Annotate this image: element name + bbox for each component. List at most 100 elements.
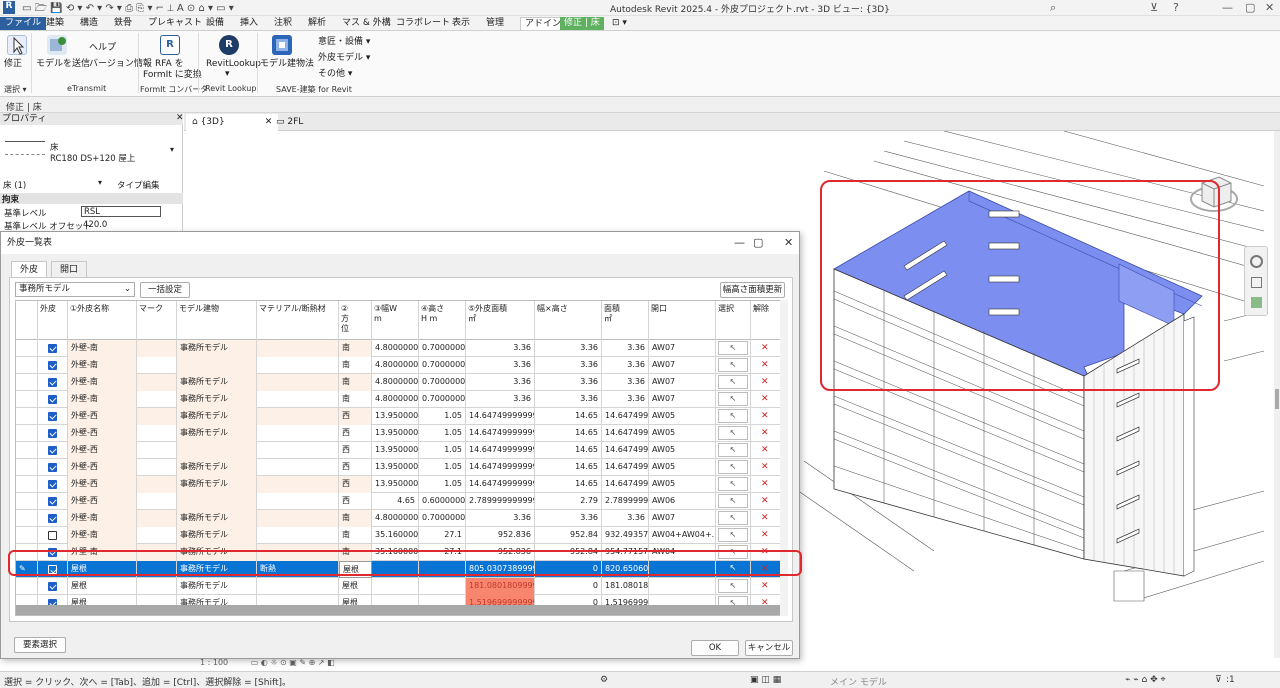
cell-open[interactable]: AW05 (649, 408, 716, 425)
cell-wh[interactable]: 3.36 (535, 374, 602, 391)
model-select[interactable]: 事務所モデル ⌄ (15, 282, 135, 297)
ribbon-tab-14[interactable]: 修正 | 床 (560, 17, 604, 30)
steering-wheel-icon[interactable] (1250, 255, 1263, 268)
cell-model[interactable]: 事務所モデル (177, 425, 257, 442)
checkbox-icon[interactable] (48, 514, 57, 523)
remove-icon[interactable]: ✕ (761, 476, 769, 492)
cell-mat[interactable] (257, 510, 339, 527)
cell-model[interactable] (177, 357, 257, 374)
type-name-line2[interactable]: RC180 DS+120 屋上 (50, 152, 135, 164)
select-cursor-icon[interactable]: ↖ (718, 341, 748, 355)
cell-name[interactable]: 外壁-西 (68, 476, 137, 493)
camera-icon[interactable] (1251, 297, 1262, 308)
cell-mat[interactable] (257, 459, 339, 476)
zoom-icon[interactable] (1251, 277, 1262, 288)
cell-name[interactable]: 外壁-南 (68, 340, 137, 357)
cell-name[interactable]: 外壁-西 (68, 408, 137, 425)
edit-type-button[interactable]: タイプ編集 (117, 179, 160, 191)
cell-wh[interactable]: 14.65 (535, 408, 602, 425)
cell-a2[interactable]: 181.08018... (602, 578, 649, 595)
cell-mark[interactable] (137, 357, 177, 374)
select-cursor-icon[interactable]: ↖ (718, 358, 748, 372)
cell-mat[interactable] (257, 578, 339, 595)
select-element-cell[interactable]: ↖ (716, 578, 751, 595)
cell-w[interactable]: 13.950000... (372, 408, 419, 425)
checkbox-icon[interactable] (48, 378, 57, 387)
table-row[interactable]: 外壁-南事務所モデル南4.8000000...0.7000000...3.363… (16, 391, 784, 408)
active-model[interactable]: メイン モデル (830, 675, 887, 688)
cell-open[interactable]: AW07 (649, 391, 716, 408)
checkbox-icon[interactable] (48, 531, 57, 540)
cell-name[interactable]: 屋根 (68, 578, 137, 595)
cell-wh[interactable]: 14.65 (535, 425, 602, 442)
remove-cell[interactable]: ✕ (751, 459, 781, 476)
cell-wh[interactable]: 3.36 (535, 340, 602, 357)
cell-w[interactable]: 13.950000... (372, 476, 419, 493)
search-icon[interactable]: ⌕ (1050, 1, 1056, 15)
col-header-del[interactable]: 解除 (751, 301, 781, 340)
modify-arrow-icon[interactable] (7, 35, 27, 55)
select-element-cell[interactable]: ↖ (716, 391, 751, 408)
cell-model[interactable]: 事務所モデル (177, 374, 257, 391)
cell-w[interactable]: 4.8000000... (372, 374, 419, 391)
checkbox-icon[interactable] (48, 582, 57, 591)
cell-area[interactable]: 3.36 (466, 374, 535, 391)
cell-w[interactable]: 13.950000... (372, 459, 419, 476)
cell-dir[interactable]: 南 (339, 391, 372, 408)
cell-open[interactable]: AW05 (649, 442, 716, 459)
col-header-w[interactable]: ③幅W m (372, 301, 419, 340)
rfa-icon[interactable]: R (160, 35, 180, 55)
cell-open[interactable] (649, 578, 716, 595)
remove-icon[interactable]: ✕ (761, 374, 769, 390)
table-row[interactable]: 外壁-南南4.8000000...0.7000000...3.363.363.3… (16, 357, 784, 374)
row-edit-cell[interactable] (16, 493, 38, 510)
remove-cell[interactable]: ✕ (751, 578, 781, 595)
select-cursor-icon[interactable]: ↖ (718, 460, 748, 474)
status-icons[interactable]: ▣ ◫ ▦ (750, 675, 781, 685)
cell-open[interactable]: AW05 (649, 476, 716, 493)
cell-w[interactable]: 35.160000... (372, 527, 419, 544)
cell-open[interactable]: AW05 (649, 459, 716, 476)
cell-model[interactable] (177, 493, 257, 510)
include-checkbox[interactable] (38, 425, 68, 442)
table-row[interactable]: 外壁-西 事務所モデル 西13.950000...1.0514.6474999999… (16, 476, 784, 493)
cell-a2[interactable]: 14.647499... (602, 408, 649, 425)
base-level-value[interactable]: RSL (81, 206, 161, 217)
remove-cell[interactable]: ✕ (751, 510, 781, 527)
table-row[interactable]: 外壁-西西13.950000...1.0514.64749999999...14… (16, 442, 784, 459)
cell-mat[interactable] (257, 493, 339, 510)
select-element-cell[interactable]: ↖ (716, 374, 751, 391)
table-row[interactable]: 外壁-西 事務所モデル 西13.950000...1.0514.6474999999… (16, 408, 784, 425)
cell-dir[interactable]: 南 (339, 357, 372, 374)
cell-mark[interactable] (137, 374, 177, 391)
filter-icon[interactable]: ⊽ (1215, 675, 1222, 685)
cell-area[interactable]: 3.36 (466, 357, 535, 374)
cell-h[interactable]: 1.05 (419, 476, 466, 493)
model-building-icon[interactable] (272, 35, 292, 55)
cell-mat[interactable] (257, 374, 339, 391)
view-scrollbar[interactable] (1274, 131, 1280, 658)
cell-mark[interactable] (137, 476, 177, 493)
cell-name[interactable]: 外壁-南 (68, 510, 137, 527)
cell-a2[interactable]: 3.36 (602, 374, 649, 391)
cell-w[interactable]: 4.8000000... (372, 510, 419, 527)
col-header-edit[interactable] (16, 301, 38, 340)
remove-cell[interactable]: ✕ (751, 527, 781, 544)
remove-cell[interactable]: ✕ (751, 493, 781, 510)
dialog-close-icon[interactable]: ✕ (784, 236, 793, 249)
cell-a2[interactable]: 3.36 (602, 357, 649, 374)
cell-h[interactable]: 0.7000000... (419, 510, 466, 527)
col-header-a2[interactable]: 面積 ㎡ (602, 301, 649, 340)
include-checkbox[interactable] (38, 527, 68, 544)
cell-a2[interactable]: 3.36 (602, 510, 649, 527)
ribbon-tab-7[interactable]: 注釈 (270, 17, 296, 30)
checkbox-icon[interactable] (48, 361, 57, 370)
checkbox-icon[interactable] (48, 344, 57, 353)
tab-opening[interactable]: 開口 (51, 261, 88, 277)
cell-open[interactable]: AW07 (649, 374, 716, 391)
table-row[interactable]: 外壁-西 事務所モデル 西13.950000...1.0514.6474999999… (16, 425, 784, 442)
select-cursor-icon[interactable]: ↖ (718, 477, 748, 491)
cell-name[interactable]: 外壁-西 (68, 425, 137, 442)
revitlookup-button[interactable]: RevitLookup (206, 59, 261, 70)
cell-open[interactable]: AW07 (649, 357, 716, 374)
